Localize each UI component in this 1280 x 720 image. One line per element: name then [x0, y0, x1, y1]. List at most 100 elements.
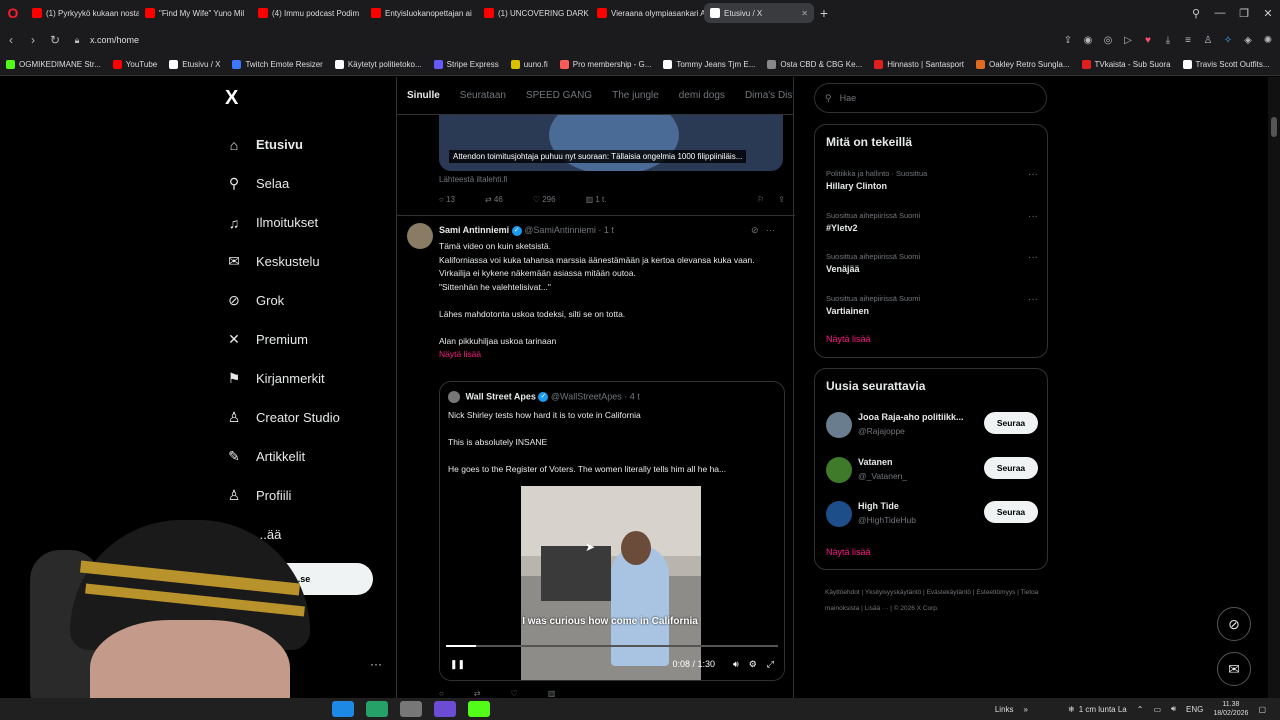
- trend-more-icon[interactable]: ···: [1028, 169, 1038, 180]
- app-icon[interactable]: [434, 701, 456, 717]
- links-toolbar[interactable]: Links: [995, 705, 1014, 714]
- bookmark-item[interactable]: uuno.fi: [510, 60, 548, 69]
- sidebar-item-keskustelu[interactable]: ✉ Keskustelu: [222, 242, 392, 281]
- trend-item[interactable]: Suosittua aihepiirissä Suomi Vartiainen ··…: [826, 294, 1038, 316]
- minimize-icon[interactable]: —: [1208, 7, 1232, 19]
- browser-tab[interactable]: "Find My Wife" Yuno Mil: [139, 3, 252, 23]
- tweet-author-name[interactable]: Sami Antinniemi: [439, 225, 509, 235]
- camera-icon[interactable]: ◉: [1082, 35, 1094, 46]
- browser-tab[interactable]: (1) Pyrkyykö kukaan nosta: [26, 3, 139, 23]
- browser-tab[interactable]: (1) UNCOVERING DARK E: [478, 3, 591, 23]
- url-field[interactable]: x.com/home: [90, 35, 139, 45]
- language-indicator[interactable]: ENG: [1186, 705, 1203, 714]
- feed-tab[interactable]: Seurataan: [460, 90, 506, 101]
- network-icon[interactable]: ▭: [1153, 705, 1161, 714]
- close-tab-icon[interactable]: ✕: [797, 9, 808, 18]
- pause-icon[interactable]: ❚❚: [450, 659, 465, 670]
- sidebar-item-kirjanmerkit[interactable]: ⚑ Kirjanmerkit: [222, 359, 392, 398]
- opera-logo-icon[interactable]: O: [0, 0, 26, 26]
- bookmark-item[interactable]: Tommy Jeans Tjm E...: [663, 60, 755, 69]
- grok-icon[interactable]: ⊘: [751, 225, 759, 235]
- bookmark-item[interactable]: Travis Scott Outfits...: [1182, 60, 1270, 69]
- notifications-icon[interactable]: ▢: [1258, 705, 1266, 714]
- x-logo-icon[interactable]: X: [225, 87, 238, 110]
- footer-link[interactable]: Esteettömyys: [976, 589, 1015, 596]
- follow-button[interactable]: Seuraa: [984, 501, 1038, 523]
- sidebar-item-selaa[interactable]: ⚲ Selaa: [222, 164, 392, 203]
- follow-button[interactable]: Seuraa: [984, 456, 1038, 479]
- footer-link[interactable]: Lisää ···: [865, 605, 889, 612]
- settings-icon[interactable]: ⚙: [749, 659, 757, 670]
- sidebar-item-premium[interactable]: ✕ Premium: [222, 320, 392, 359]
- trend-item[interactable]: Politiikka ja hallinto · Suosittua Hillar…: [826, 169, 1038, 191]
- close-window-icon[interactable]: ✕: [1256, 7, 1280, 20]
- tweet-media-image[interactable]: Attendon toimitusjohtaja puhuu nyt suora…: [439, 115, 783, 171]
- bookmark-item[interactable]: Osta CBD & CBG Ke...: [767, 60, 862, 69]
- new-tab-button[interactable]: +: [814, 5, 834, 21]
- extension-icon[interactable]: ✧: [1222, 35, 1234, 46]
- feed-tab[interactable]: Dima's Dist: [745, 90, 793, 101]
- volume-icon[interactable]: 🔊︎: [733, 659, 739, 670]
- bookmark-item[interactable]: Etusivu / X: [169, 60, 220, 69]
- retweet-button[interactable]: ⇄: [474, 689, 481, 698]
- chevron-icon[interactable]: »: [1024, 705, 1028, 714]
- app-icon[interactable]: [468, 701, 490, 717]
- video-progress-bar[interactable]: [446, 645, 778, 647]
- app-icon[interactable]: [366, 701, 388, 717]
- sidebar-item-artikkelit[interactable]: ✎ Artikkelit: [222, 437, 392, 476]
- back-icon[interactable]: ‹: [0, 33, 22, 47]
- cube-icon[interactable]: ◈: [1242, 35, 1254, 46]
- scrollbar[interactable]: [1268, 77, 1280, 720]
- vpn-icon[interactable]: ◎: [1102, 35, 1114, 46]
- bookmark-item[interactable]: YouTube: [112, 60, 157, 69]
- app-icon[interactable]: [400, 701, 422, 717]
- play-icon[interactable]: ▷: [1122, 35, 1134, 46]
- weather-icon[interactable]: ❄: [1068, 705, 1075, 714]
- feed-tab[interactable]: SPEED GANG: [526, 90, 592, 101]
- sidebar-item-ilmoitukset[interactable]: ♫ Ilmoitukset: [222, 203, 392, 242]
- forward-icon[interactable]: ›: [22, 33, 44, 47]
- feed-tab[interactable]: Sinulle: [407, 90, 440, 101]
- clock[interactable]: 11.38 18/02/2026: [1213, 700, 1248, 718]
- avatar[interactable]: [826, 456, 852, 483]
- follow-suggestion[interactable]: Vatanen @_Vatanen_ Seuraa: [826, 455, 1038, 491]
- views-button[interactable]: ▥ 1 t.: [586, 195, 607, 204]
- trend-more-icon[interactable]: ···: [1028, 211, 1038, 222]
- account-more-icon[interactable]: ···: [370, 657, 382, 671]
- reply-button[interactable]: ○ 13: [439, 195, 455, 204]
- trend-more-icon[interactable]: ···: [1028, 252, 1038, 263]
- retweet-button[interactable]: ⇄ 46: [485, 195, 503, 204]
- follow-show-more-link[interactable]: Näytä lisää: [826, 547, 871, 557]
- avatar[interactable]: [407, 223, 433, 249]
- sidebar-item-etusivu[interactable]: ⌂ Etusivu: [222, 125, 392, 164]
- share-button[interactable]: ⇪: [778, 195, 785, 204]
- like-button[interactable]: ♡ 296: [533, 195, 556, 204]
- heart-icon[interactable]: ♥: [1142, 35, 1154, 46]
- maximize-icon[interactable]: ❐: [1232, 7, 1256, 20]
- footer-link[interactable]: Käyttöehdot: [825, 589, 860, 596]
- browser-tab[interactable]: (4) Immu podcast Podim: [252, 3, 365, 23]
- avatar[interactable]: [826, 412, 852, 438]
- search-tabs-icon[interactable]: ⚲: [1184, 7, 1208, 20]
- tweet-author-handle[interactable]: @SamiAntinniemi · 1 t: [524, 225, 614, 235]
- video-player[interactable]: ➤ I was curious how come in California ❚…: [440, 486, 784, 680]
- follow-suggestion[interactable]: Jooa Raja-aho politiikk... @Rajajoppe Seur…: [826, 410, 1038, 446]
- menu-icon[interactable]: ≡: [1182, 35, 1194, 46]
- share-icon[interactable]: ⇪: [1062, 35, 1074, 46]
- trend-item[interactable]: Suosittua aihepiirissä Suomi Venäjää ···: [826, 252, 1038, 274]
- trend-item[interactable]: Suosittua aihepiirissä Suomi #Yletv2 ···: [826, 211, 1038, 233]
- sidebar-item-grok[interactable]: ⊘ Grok: [222, 281, 392, 320]
- views-button[interactable]: ▥: [548, 689, 556, 698]
- bookmark-item[interactable]: TVkaista - Sub Suora: [1081, 60, 1171, 69]
- avatar[interactable]: [826, 501, 852, 527]
- grok-fab-icon[interactable]: ⊘: [1217, 607, 1251, 641]
- fullscreen-icon[interactable]: ⤢: [767, 659, 774, 670]
- messages-fab-icon[interactable]: ✉: [1217, 652, 1251, 686]
- ai-icon[interactable]: ✺: [1262, 35, 1274, 46]
- bookmark-item[interactable]: Pro membership - G...: [559, 60, 651, 69]
- bookmark-item[interactable]: Twitch Emote Resizer: [232, 60, 323, 69]
- tray-up-icon[interactable]: ⌃: [1137, 705, 1144, 714]
- reply-button[interactable]: ○: [439, 689, 444, 698]
- quoted-tweet[interactable]: Wall Street Apes ✓ @WallStreetApes · 4 t…: [439, 381, 785, 681]
- browser-tab[interactable]: Entyisluokanopettajan ai: [365, 3, 478, 23]
